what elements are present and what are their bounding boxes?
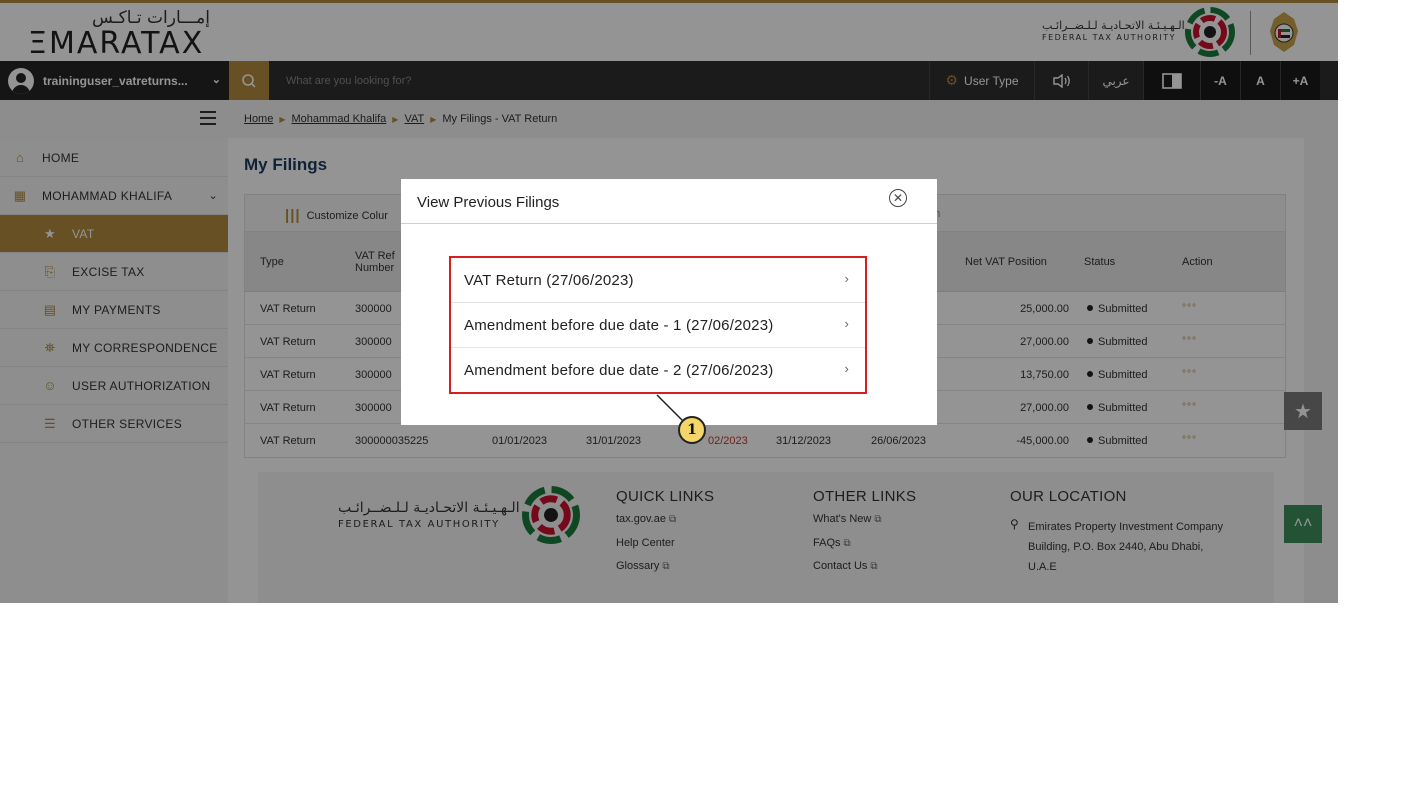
screenshot-area: إمـــارات تـاكـس ΞMARATAX الـهـيـئـة الا… [0, 0, 1338, 603]
callout-pointer-line [656, 394, 686, 422]
callout-badge: 1 [678, 416, 706, 444]
